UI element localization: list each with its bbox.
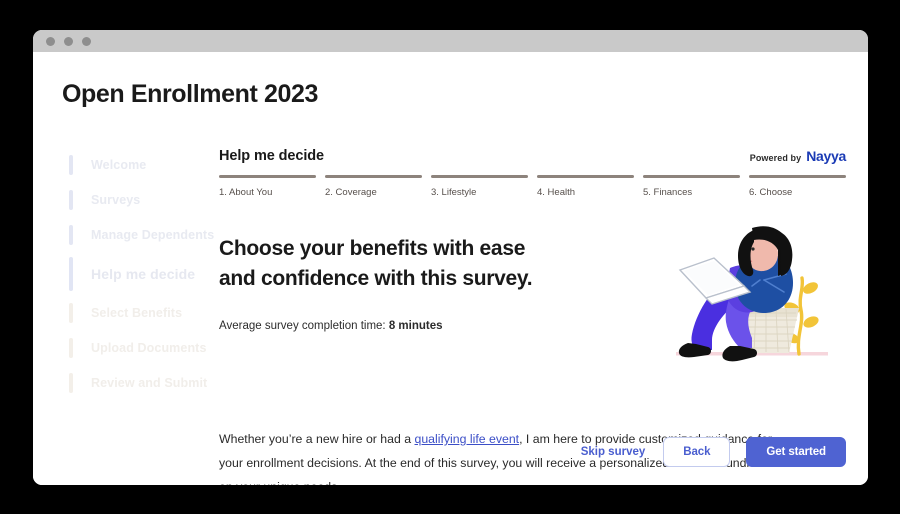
step-progress-bar (537, 175, 634, 178)
plant-icon (796, 276, 805, 356)
sidebar-item-label: Review and Submit (91, 376, 208, 390)
step-health[interactable]: 4. Health (537, 175, 634, 198)
body-text-part-1: Whether you’re a new hire or had a (219, 432, 415, 446)
hero-heading: Choose your benefits with ease and confi… (219, 234, 619, 294)
sidebar-marker (69, 303, 73, 323)
window-titlebar (33, 30, 868, 52)
skip-survey-button[interactable]: Skip survey (579, 442, 648, 462)
hero-text: Choose your benefits with ease and confi… (219, 234, 619, 332)
step-label: 2. Coverage (325, 187, 377, 198)
hero-heading-line-1: Choose your benefits with ease (219, 237, 526, 260)
sidebar-item-label: Select Benefits (91, 306, 183, 320)
sidebar-item-label: Surveys (91, 193, 141, 207)
step-label: 1. About You (219, 187, 273, 198)
step-coverage[interactable]: 2. Coverage (325, 175, 422, 198)
sidebar-marker (69, 338, 73, 358)
average-time-label: Average survey completion time: (219, 319, 386, 332)
step-progress-bar (325, 175, 422, 178)
sidebar-item-label: Upload Documents (91, 341, 207, 355)
sidebar-item-manage-dependents[interactable]: Manage Dependents (69, 218, 229, 252)
average-time-value: 8 minutes (388, 319, 443, 332)
browser-window: Open Enrollment 2023 Welcome Surveys Man… (33, 30, 868, 485)
maximize-icon[interactable] (82, 36, 91, 46)
step-label: 6. Choose (749, 187, 793, 198)
sidebar-marker (69, 225, 73, 245)
step-label: 4. Health (537, 187, 576, 198)
hero-illustration (668, 216, 838, 371)
sidebar-marker (69, 190, 73, 210)
page-content: Open Enrollment 2023 Welcome Surveys Man… (33, 52, 868, 485)
section-title: Help me decide (219, 148, 324, 164)
step-progress-bar (643, 175, 740, 178)
step-progress-bar (431, 175, 528, 178)
main-panel: Help me decide Powered by Nayya 1. About… (219, 148, 846, 485)
sidebar-nav: Welcome Surveys Manage Dependents Help m… (69, 148, 229, 401)
step-progress-bar (219, 175, 316, 178)
hero-heading-line-2: and confidence with this survey. (219, 266, 533, 290)
step-progress-bar (749, 175, 846, 178)
footer-actions: Skip survey Back Get started (579, 437, 846, 467)
sidebar-item-upload-documents[interactable]: Upload Documents (69, 331, 229, 365)
average-time-note: Average survey completion time: 8 minute… (219, 320, 619, 332)
nayya-logo: Nayya (806, 148, 846, 164)
qualifying-life-event-link[interactable]: qualifying life event (415, 432, 520, 446)
sidebar-item-label: Welcome (91, 158, 147, 172)
minimize-icon[interactable] (64, 36, 73, 46)
step-label: 3. Lifestyle (431, 187, 477, 198)
sidebar-marker (69, 155, 73, 175)
sidebar-item-help-me-decide[interactable]: Help me decide (69, 253, 229, 295)
main-header: Help me decide Powered by Nayya (219, 148, 846, 170)
sidebar-item-label: Help me decide (91, 266, 196, 282)
page-title: Open Enrollment 2023 (62, 80, 318, 108)
back-button[interactable]: Back (663, 437, 731, 467)
sidebar-marker (69, 373, 73, 393)
powered-by-label: Powered by (749, 153, 802, 163)
hero-section: Choose your benefits with ease and confi… (219, 226, 846, 394)
step-choose[interactable]: 6. Choose (749, 175, 846, 198)
get-started-button[interactable]: Get started (746, 437, 846, 467)
step-about-you[interactable]: 1. About You (219, 175, 316, 198)
step-finances[interactable]: 5. Finances (643, 175, 740, 198)
step-lifestyle[interactable]: 3. Lifestyle (431, 175, 528, 198)
sidebar-marker-active (69, 257, 73, 291)
step-label: 5. Finances (643, 187, 693, 198)
sidebar-item-review-and-submit[interactable]: Review and Submit (69, 366, 229, 400)
sidebar-item-select-benefits[interactable]: Select Benefits (69, 296, 229, 330)
sidebar-item-label: Manage Dependents (91, 228, 215, 242)
sidebar-item-welcome[interactable]: Welcome (69, 148, 229, 182)
sidebar-item-surveys[interactable]: Surveys (69, 183, 229, 217)
survey-stepper: 1. About You 2. Coverage 3. Lifestyle 4.… (219, 175, 846, 198)
powered-by-badge: Powered by Nayya (749, 148, 847, 164)
close-icon[interactable] (46, 36, 55, 46)
